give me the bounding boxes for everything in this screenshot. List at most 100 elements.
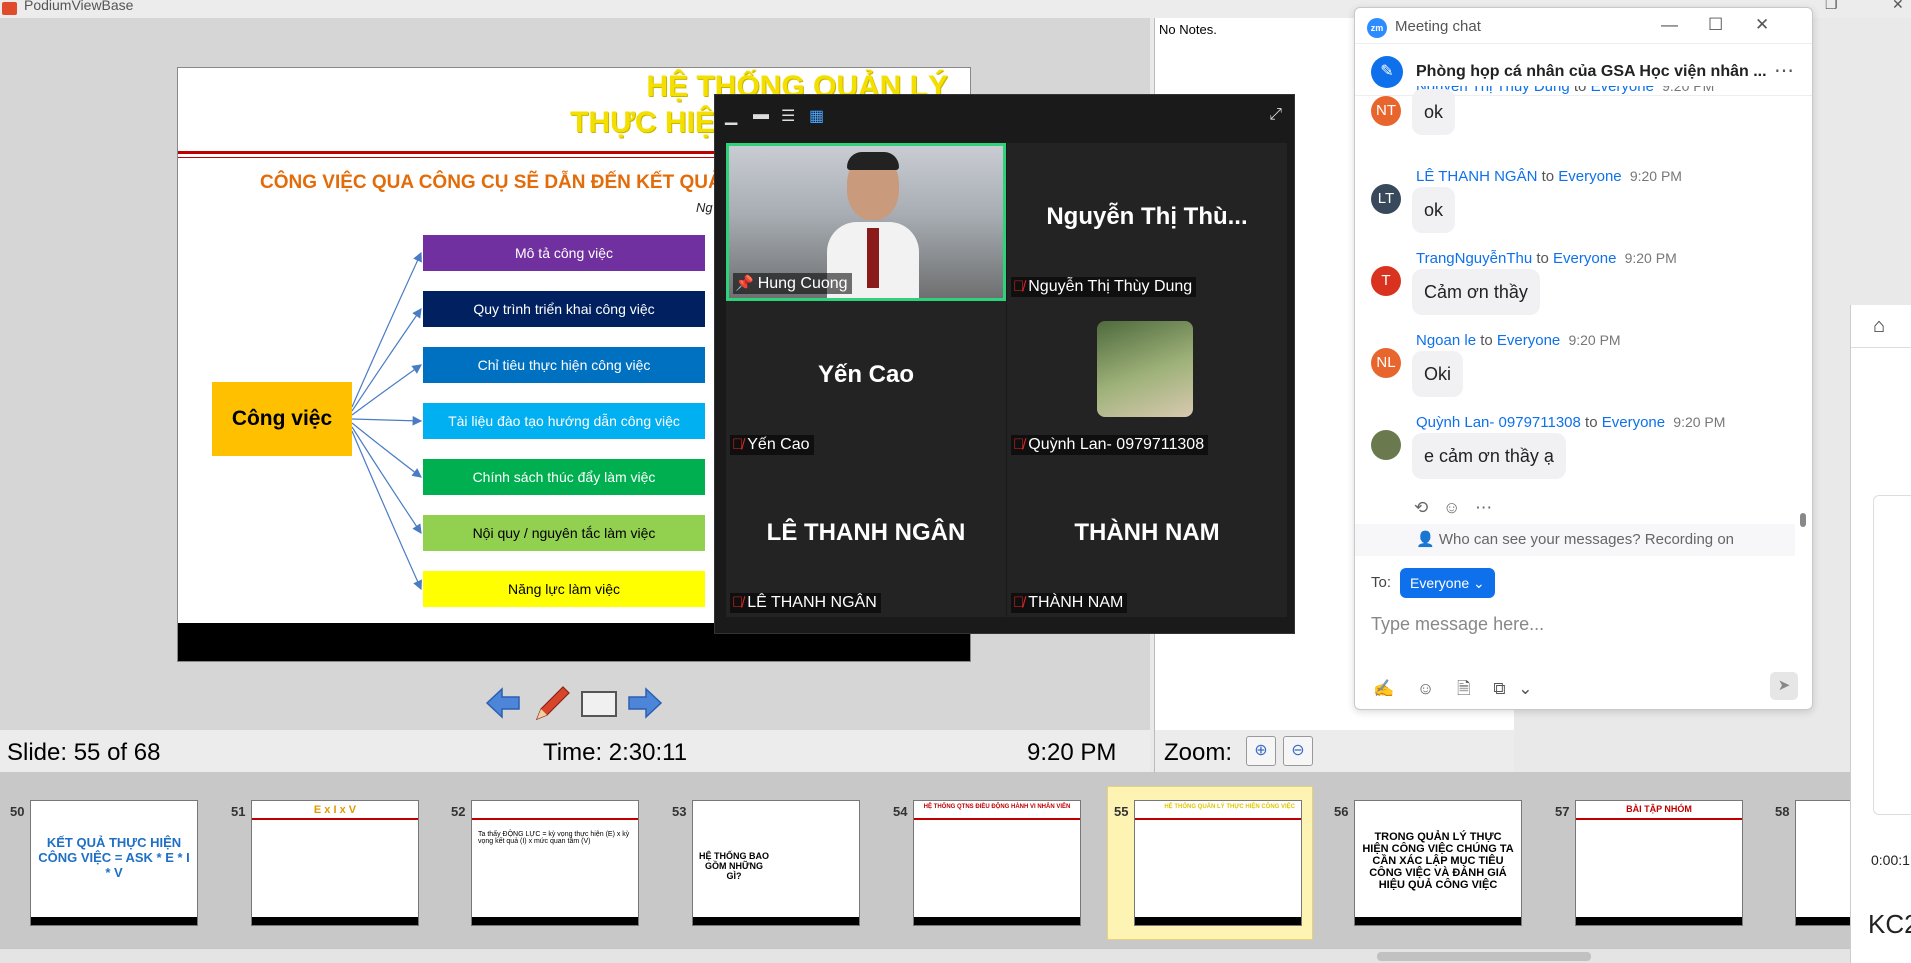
message-sender[interactable]: Ngoan le	[1416, 332, 1476, 349]
expand-icon[interactable]: ⤢	[1269, 106, 1282, 124]
thumbnail-number: 57	[1555, 804, 1570, 819]
video-tile[interactable]: Nguyễn Thị Thù... 🎙̸ Nguyễn Thị Thùy Dung	[1007, 143, 1287, 301]
avatar[interactable]: LT	[1371, 184, 1401, 214]
thumbnail-scrollbar[interactable]	[0, 948, 1911, 963]
participant-display-name: Yến Cao	[817, 361, 915, 388]
pen-icon[interactable]	[531, 683, 573, 723]
message-sender[interactable]: Quỳnh Lan- 0979711308	[1416, 414, 1581, 431]
recipient-dropdown[interactable]: Everyone ⌄	[1400, 568, 1495, 598]
slide-thumbnail-54[interactable]: HỆ THỐNG QTNS ĐIỀU ĐỘNG HÀNH VI NHÂN VIÊ…	[913, 800, 1081, 926]
slide-thumbnail-52[interactable]: Ta thấy ĐỘNG LỰC = kỳ vọng thực hiện (E)…	[471, 800, 639, 926]
message-to: to	[1480, 332, 1493, 349]
message-meta: Ngoan le to Everyone 9:20 PM	[1416, 332, 1621, 349]
emoji-icon[interactable]: ☺	[1417, 679, 1434, 698]
message-recipient[interactable]: Everyone	[1602, 414, 1665, 431]
screen-icon[interactable]	[581, 691, 617, 717]
message-input[interactable]	[1371, 608, 1791, 640]
chat-window-title: Meeting chat	[1395, 18, 1481, 35]
thumbnail-text: HỆ THỐNG BAO GỒM NHỮNG GÌ?	[699, 851, 770, 881]
minimize-icon[interactable]: —	[1661, 15, 1678, 35]
message-to: to	[1536, 250, 1549, 267]
to-label: To:	[1371, 574, 1392, 591]
prev-slide-icon[interactable]	[485, 686, 521, 720]
clock: 9:20 PM	[1027, 739, 1117, 766]
message-sender[interactable]: LÊ THANH NGÂN	[1416, 168, 1537, 185]
minimize-view-icon[interactable]: ▁	[725, 106, 737, 126]
video-tile[interactable]: 🎙̸ Quỳnh Lan- 0979711308	[1007, 301, 1287, 459]
video-tile[interactable]: 📌 Hung Cuong	[726, 143, 1006, 301]
more-icon[interactable]: ⋯	[1774, 58, 1794, 83]
zoom-out-icon[interactable]: ⊖	[1283, 736, 1313, 766]
home-icon[interactable]: ⌂	[1873, 315, 1885, 338]
participant-label: 🎙̸ Yến Cao	[730, 435, 814, 455]
message-sender[interactable]: TrangNguyễnThu	[1416, 250, 1532, 267]
slide-item-6: Nội quy / nguyên tắc làm việc	[423, 515, 705, 551]
chat-scroll-thumb[interactable]	[1800, 513, 1806, 527]
participant-name: Quỳnh Lan- 0979711308	[1028, 436, 1205, 453]
participant-label: 🎙̸ LÊ THANH NGÂN	[730, 593, 881, 613]
thumbnail-bottom-bar	[1576, 917, 1742, 925]
send-icon[interactable]: ➤	[1770, 672, 1798, 700]
avatar[interactable]: NT	[1371, 96, 1401, 126]
thumbnail-bottom-bar	[252, 917, 418, 925]
slide-thumbnail-56[interactable]: TRONG QUẢN LÝ THỰC HIỆN CÔNG VIỆC CHÚNG …	[1354, 800, 1522, 926]
chevron-down-icon[interactable]: ⌄	[1518, 679, 1532, 698]
close-icon[interactable]: ✕	[1892, 0, 1904, 13]
side-label: KC2	[1868, 909, 1911, 939]
chat-close-icon[interactable]: ✕	[1755, 15, 1769, 35]
zoom-in-icon[interactable]: ⊕	[1246, 736, 1276, 766]
side-divider	[1851, 347, 1911, 348]
slide-center-box: Công việc	[212, 382, 352, 456]
screenshot-icon[interactable]: ⧉	[1493, 679, 1505, 698]
video-tile[interactable]: LÊ THANH NGÂN 🎙̸ LÊ THANH NGÂN	[726, 459, 1006, 617]
slide-thumbnail-51[interactable]: E x I x V	[251, 800, 419, 926]
recipient-value: Everyone	[1410, 575, 1470, 591]
video-tile[interactable]: Yến Cao 🎙̸ Yến Cao	[726, 301, 1006, 459]
elapsed-time: Time: 2:30:11	[543, 739, 688, 766]
mic-muted-icon: 🎙̸	[1013, 594, 1025, 611]
slide-item-5: Chính sách thúc đẩy làm việc	[423, 459, 705, 495]
slide-thumbnail-50[interactable]: KẾT QUẢ THỰC HIỆN CÔNG VIỆC = ASK * E * …	[30, 800, 198, 926]
message-recipient[interactable]: Everyone	[1558, 168, 1621, 185]
thumbnail-bottom-bar	[472, 917, 638, 925]
avatar[interactable]: NL	[1371, 348, 1401, 378]
reply-icon[interactable]: ⟲	[1414, 498, 1428, 517]
thumbnail-bottom-bar	[1355, 917, 1521, 925]
video-tile[interactable]: THÀNH NAM 🎙̸ THÀNH NAM	[1007, 459, 1287, 617]
chat-scrollbar[interactable]	[1800, 96, 1806, 534]
participant-label: 🎙̸ Nguyễn Thị Thùy Dung	[1011, 277, 1197, 297]
thumbnail-number: 51	[231, 804, 246, 819]
thumbnail-text: Ta thấy ĐỘNG LỰC = kỳ vọng thực hiện (E)…	[478, 831, 630, 845]
thumbnail-scroll-thumb[interactable]	[1377, 952, 1591, 961]
avatar[interactable]: T	[1371, 266, 1401, 296]
emoji-react-icon[interactable]: ☺	[1443, 498, 1460, 517]
avatar[interactable]	[1371, 430, 1401, 460]
gallery-view-icon[interactable]: ▦	[809, 106, 824, 126]
visibility-notice[interactable]: 👤 Who can see your messages? Recording o…	[1355, 524, 1795, 556]
slide-item-3: Chỉ tiêu thực hiện công việc	[423, 347, 705, 383]
format-icon[interactable]: ✍	[1373, 679, 1394, 698]
thumbnail-number: 50	[10, 804, 25, 819]
slide-thumbnail-55[interactable]: HỆ THỐNG QUẢN LÝ THỰC HIỆN CÔNG VIỆC	[1134, 800, 1302, 926]
speaker-view-icon[interactable]: ▬	[753, 106, 769, 124]
slide-arrow-1	[351, 251, 422, 408]
message-bubble: Cảm ơn thầy	[1412, 269, 1540, 315]
next-slide-icon[interactable]	[627, 686, 663, 720]
zoom-label: Zoom:	[1164, 739, 1233, 766]
message-meta: TrangNguyễnThu to Everyone 9:20 PM	[1416, 250, 1677, 267]
restore-icon[interactable]: ❐	[1825, 0, 1838, 13]
standard-view-icon[interactable]: ☰	[781, 106, 795, 126]
slide-thumbnail-53[interactable]: HỆ THỐNG BAO GỒM NHỮNG GÌ?	[692, 800, 860, 926]
gallery-toolbar: ▁ ▬ ☰ ▦ ⤢	[715, 95, 1294, 133]
participant-name: LÊ THANH NGÂN	[747, 594, 877, 611]
message-recipient[interactable]: Everyone	[1497, 332, 1560, 349]
thumbnail-text: HỆ THỐNG QTNS ĐIỀU ĐỘNG HÀNH VI NHÂN VIÊ…	[923, 804, 1071, 810]
message-more-icon[interactable]: ⋯	[1475, 498, 1492, 517]
slide-thumbnail-57[interactable]: BÀI TẬP NHÓM	[1575, 800, 1743, 926]
maximize-icon[interactable]: ☐	[1708, 15, 1723, 35]
file-icon[interactable]: 🗎	[1457, 679, 1471, 698]
thumbnail-number: 52	[451, 804, 466, 819]
message-recipient[interactable]: Everyone	[1553, 250, 1616, 267]
thumbnail-bottom-bar	[693, 917, 859, 925]
thumbnail-text: TRONG QUẢN LÝ THỰC HIỆN CÔNG VIỆC CHÚNG …	[1362, 831, 1514, 891]
